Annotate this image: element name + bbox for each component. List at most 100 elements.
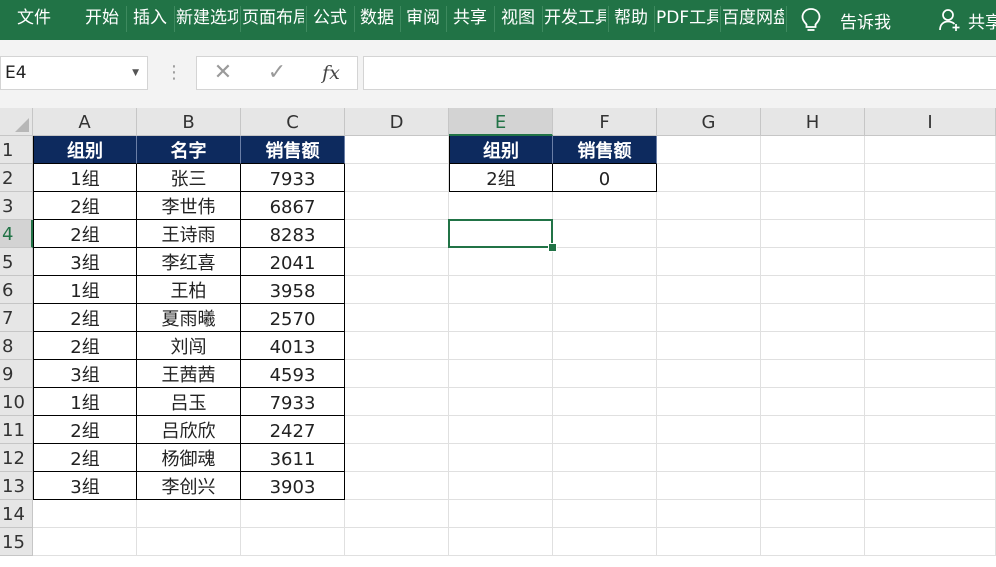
column-header-e[interactable]: E (449, 108, 553, 136)
cell[interactable] (33, 500, 137, 528)
table-cell[interactable]: 2组 (33, 332, 137, 360)
cell[interactable] (657, 528, 761, 556)
row-header-13[interactable]: 13 (0, 472, 33, 500)
cell[interactable] (761, 332, 865, 360)
table-header-cell[interactable]: 销售额 (553, 136, 657, 164)
cell[interactable] (345, 472, 449, 500)
cell[interactable] (761, 360, 865, 388)
cell[interactable] (865, 528, 996, 556)
table-cell[interactable]: 3611 (241, 444, 345, 472)
name-box[interactable]: E4 ▼ (0, 56, 148, 90)
cell[interactable] (865, 164, 996, 192)
cell[interactable] (553, 332, 657, 360)
cell[interactable] (657, 444, 761, 472)
table-cell[interactable]: 李世伟 (137, 192, 241, 220)
cell[interactable] (241, 500, 345, 528)
cell[interactable] (657, 388, 761, 416)
table-header-cell[interactable]: 组别 (449, 136, 553, 164)
cell[interactable] (449, 500, 553, 528)
cell[interactable] (33, 528, 137, 556)
cell[interactable] (761, 416, 865, 444)
cell[interactable] (345, 136, 449, 164)
cell[interactable] (345, 332, 449, 360)
cell[interactable] (345, 360, 449, 388)
cell[interactable] (761, 192, 865, 220)
cell[interactable] (553, 416, 657, 444)
table-cell[interactable]: 1组 (33, 164, 137, 192)
column-header-b[interactable]: B (137, 108, 241, 136)
cell[interactable] (865, 388, 996, 416)
cell[interactable] (449, 332, 553, 360)
cell[interactable] (345, 388, 449, 416)
cell[interactable] (865, 360, 996, 388)
cell[interactable] (657, 500, 761, 528)
table-cell[interactable]: 刘闯 (137, 332, 241, 360)
tab-review[interactable]: 审阅 (402, 0, 444, 40)
table-cell[interactable]: 杨御魂 (137, 444, 241, 472)
drag-handle-icon[interactable]: ⋮ (165, 58, 183, 88)
cell[interactable] (865, 276, 996, 304)
cell[interactable] (553, 304, 657, 332)
cell[interactable] (137, 500, 241, 528)
cell[interactable] (553, 472, 657, 500)
column-header-d[interactable]: D (345, 108, 449, 136)
row-header-6[interactable]: 6 (0, 276, 33, 304)
table-cell[interactable]: 王诗雨 (137, 220, 241, 248)
table-cell[interactable]: 1组 (33, 276, 137, 304)
column-header-f[interactable]: F (553, 108, 657, 136)
cell[interactable] (553, 500, 657, 528)
cell[interactable] (449, 388, 553, 416)
cell[interactable] (761, 248, 865, 276)
check-icon[interactable]: ✓ (257, 57, 297, 89)
cell[interactable] (657, 472, 761, 500)
cell[interactable] (345, 528, 449, 556)
table-cell[interactable]: 7933 (241, 164, 345, 192)
cell[interactable] (657, 304, 761, 332)
cell[interactable] (657, 276, 761, 304)
cell[interactable] (345, 416, 449, 444)
chevron-down-icon[interactable]: ▼ (132, 57, 139, 89)
column-header-a[interactable]: A (33, 108, 137, 136)
cancel-icon[interactable]: ✕ (203, 57, 243, 89)
table-cell[interactable]: 2组 (33, 416, 137, 444)
row-header-7[interactable]: 7 (0, 304, 33, 332)
cell[interactable] (449, 304, 553, 332)
table-cell[interactable]: 2组 (33, 444, 137, 472)
tab-insert[interactable]: 插入 (128, 0, 172, 40)
formula-input[interactable] (363, 56, 996, 90)
cell[interactable] (657, 332, 761, 360)
row-header-12[interactable]: 12 (0, 444, 33, 472)
tab-file[interactable]: 文件 (0, 0, 68, 40)
cell[interactable] (761, 304, 865, 332)
cell[interactable] (553, 248, 657, 276)
tab-home[interactable]: 开始 (80, 0, 124, 40)
tab-formulas[interactable]: 公式 (308, 0, 352, 40)
table-cell[interactable]: 0 (553, 164, 657, 192)
cell[interactable] (657, 220, 761, 248)
table-cell[interactable]: 李创兴 (137, 472, 241, 500)
tab-baidu-netdisk[interactable]: 百度网盘 (722, 0, 784, 40)
tab-developer[interactable]: 开发工具 (544, 0, 606, 40)
cell[interactable] (761, 220, 865, 248)
cell[interactable] (345, 248, 449, 276)
cell[interactable] (657, 192, 761, 220)
tab-page-layout[interactable]: 页面布局 (242, 0, 304, 40)
tab-help[interactable]: 帮助 (610, 0, 652, 40)
cell[interactable] (449, 360, 553, 388)
row-header-11[interactable]: 11 (0, 416, 33, 444)
table-cell[interactable]: 8283 (241, 220, 345, 248)
table-cell[interactable]: 2427 (241, 416, 345, 444)
cell[interactable] (449, 220, 553, 248)
cell[interactable] (553, 360, 657, 388)
row-header-5[interactable]: 5 (0, 248, 33, 276)
cell[interactable] (449, 444, 553, 472)
row-header-4[interactable]: 4 (0, 220, 33, 248)
table-cell[interactable]: 3903 (241, 472, 345, 500)
cell[interactable] (449, 472, 553, 500)
insert-function-icon[interactable]: fx (311, 57, 351, 89)
row-header-9[interactable]: 9 (0, 360, 33, 388)
cell[interactable] (761, 500, 865, 528)
column-header-g[interactable]: G (657, 108, 761, 136)
column-header-c[interactable]: C (241, 108, 345, 136)
cell[interactable] (865, 220, 996, 248)
